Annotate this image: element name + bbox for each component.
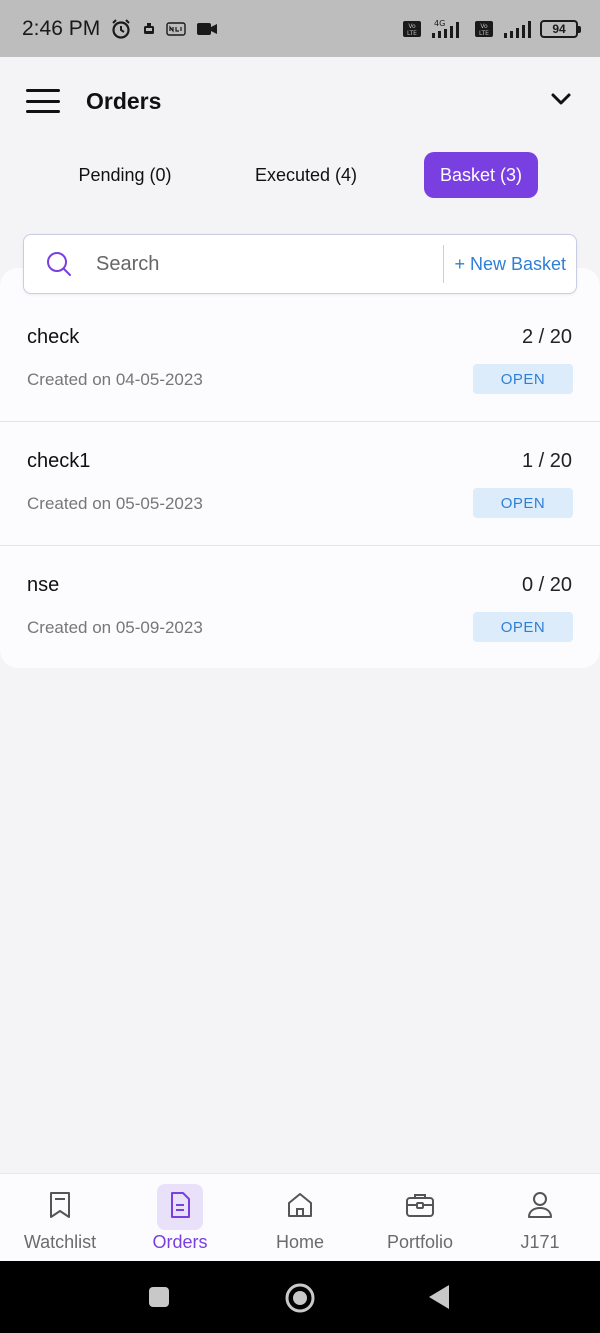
system-navigation-bar <box>0 1261 600 1333</box>
basket-count: 1 / 20 <box>521 450 572 472</box>
order-tabs: Pending (0) Executed (4) Basket (3) <box>0 152 600 200</box>
volte-icon-2: Vo LTE <box>474 20 494 38</box>
basket-count: 2 / 20 <box>521 326 572 348</box>
video-camera-icon <box>196 21 218 37</box>
new-basket-button[interactable]: + New Basket <box>444 254 576 275</box>
hamburger-menu-icon[interactable] <box>26 89 60 113</box>
home-button-icon[interactable] <box>284 1282 316 1319</box>
nav-watchlist[interactable]: Watchlist <box>0 1174 120 1262</box>
news-notification-icon <box>166 21 186 36</box>
basket-created-date: Created on 05-05-2023 <box>27 494 203 513</box>
nav-label: J171 <box>520 1232 560 1252</box>
signal-4g-icon: 4G <box>430 19 466 39</box>
basket-name: check <box>27 326 80 348</box>
basket-count: 0 / 20 <box>521 574 572 596</box>
search-input[interactable] <box>96 252 396 276</box>
briefcase-icon <box>404 1190 436 1225</box>
user-icon <box>526 1190 554 1225</box>
nav-label: Watchlist <box>23 1232 97 1252</box>
tab-pending[interactable]: Pending (0) <box>63 152 187 198</box>
signal-icon <box>502 19 532 39</box>
home-icon <box>285 1190 315 1225</box>
svg-text:LTE: LTE <box>407 30 417 37</box>
document-icon <box>167 1190 193 1225</box>
basket-row-nse[interactable]: nse 0 / 20 Created on 05-09-2023 OPEN <box>0 516 600 642</box>
svg-text:4G: 4G <box>434 19 445 28</box>
basket-name: check1 <box>27 450 91 472</box>
volte-icon: Vo LTE <box>402 20 422 38</box>
status-badge: OPEN <box>473 364 573 394</box>
bottom-navigation: Watchlist Orders Home Portfolio J171 <box>0 1173 600 1261</box>
chevron-down-icon[interactable] <box>550 92 572 111</box>
basket-row-check1[interactable]: check1 1 / 20 Created on 05-05-2023 OPEN <box>0 392 600 518</box>
search-icon <box>46 251 72 277</box>
nav-home[interactable]: Home <box>240 1174 360 1262</box>
basket-created-date: Created on 04-05-2023 <box>27 370 203 389</box>
back-icon[interactable] <box>427 1284 451 1315</box>
alarm-icon <box>110 18 132 40</box>
nav-label: Portfolio <box>386 1232 454 1252</box>
basket-name: nse <box>27 574 60 596</box>
nav-profile[interactable]: J171 <box>480 1174 600 1262</box>
svg-text:LTE: LTE <box>479 30 489 37</box>
bookmark-icon <box>47 1190 73 1225</box>
basket-created-date: Created on 05-09-2023 <box>27 618 203 637</box>
status-badge: OPEN <box>473 612 573 642</box>
nav-portfolio[interactable]: Portfolio <box>360 1174 480 1262</box>
search-bar: + New Basket <box>23 234 577 294</box>
page-title: Orders <box>86 87 162 114</box>
svg-text:Vo: Vo <box>480 23 488 30</box>
tab-basket[interactable]: Basket (3) <box>424 152 538 198</box>
nav-orders[interactable]: Orders <box>120 1174 240 1262</box>
nav-label: Orders <box>152 1232 208 1252</box>
status-bar: 2:46 PM Vo LTE 4G Vo LTE 94 <box>0 0 600 57</box>
app-header: Orders <box>0 57 600 145</box>
status-badge: OPEN <box>473 488 573 518</box>
tab-executed[interactable]: Executed (4) <box>239 152 373 198</box>
app-notification-icon <box>142 22 156 36</box>
status-time: 2:46 PM <box>22 16 101 40</box>
recent-apps-icon[interactable] <box>148 1286 170 1313</box>
battery-indicator: 94 <box>540 19 581 38</box>
nav-label: Home <box>275 1232 324 1252</box>
basket-list: check 2 / 20 Created on 04-05-2023 OPEN … <box>0 268 600 668</box>
svg-text:Vo: Vo <box>408 23 416 30</box>
